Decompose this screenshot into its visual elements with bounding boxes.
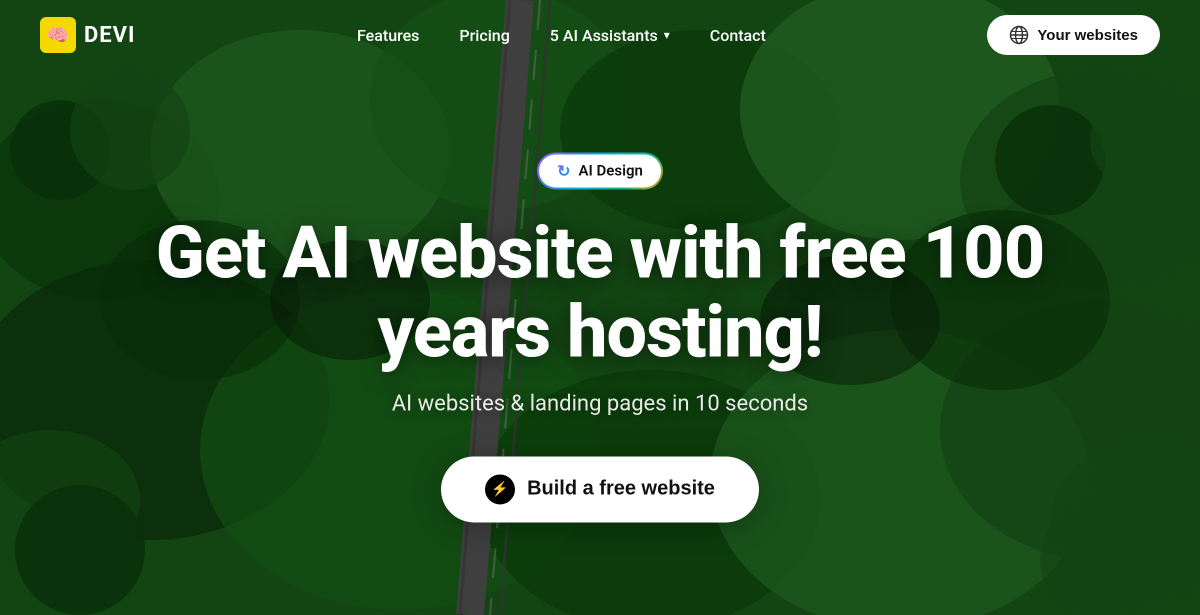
brand-name: DEVI — [84, 23, 135, 48]
your-websites-button[interactable]: Your websites — [987, 15, 1160, 55]
hero-container: 🧠 DEVI Features Pricing 5 AI Assistants … — [0, 0, 1200, 615]
ai-badge-wrapper[interactable]: ↻ AI Design — [537, 152, 663, 189]
refresh-icon: ↻ — [557, 161, 570, 180]
nav-link-features[interactable]: Features — [357, 26, 419, 45]
nav-item-contact[interactable]: Contact — [710, 26, 766, 45]
nav-links: Features Pricing 5 AI Assistants ▾ Conta… — [357, 26, 766, 45]
lightning-icon: ⚡ — [485, 474, 515, 504]
logo-icon: 🧠 — [40, 17, 76, 53]
nav-item-ai-assistants[interactable]: 5 AI Assistants ▾ — [550, 26, 670, 45]
nav-link-pricing[interactable]: Pricing — [459, 26, 509, 45]
nav-link-contact[interactable]: Contact — [710, 26, 766, 45]
badge-label: AI Design — [578, 161, 642, 179]
nav-item-pricing[interactable]: Pricing — [459, 26, 509, 45]
hero-title: Get AI website with free 100 years hosti… — [150, 213, 1050, 371]
logo[interactable]: 🧠 DEVI — [40, 17, 135, 53]
nav-link-ai-assistants[interactable]: 5 AI Assistants ▾ — [550, 26, 670, 45]
build-button-label: Build a free website — [527, 478, 715, 501]
build-website-button[interactable]: ⚡ Build a free website — [441, 456, 759, 522]
chevron-down-icon: ▾ — [664, 28, 670, 42]
nav-item-features[interactable]: Features — [357, 26, 419, 45]
hero-content: ↻ AI Design Get AI website with free 100… — [150, 152, 1050, 522]
globe-icon — [1009, 25, 1029, 45]
your-websites-label: Your websites — [1037, 27, 1138, 44]
navbar: 🧠 DEVI Features Pricing 5 AI Assistants … — [0, 0, 1200, 70]
hero-subtitle: AI websites & landing pages in 10 second… — [150, 391, 1050, 416]
